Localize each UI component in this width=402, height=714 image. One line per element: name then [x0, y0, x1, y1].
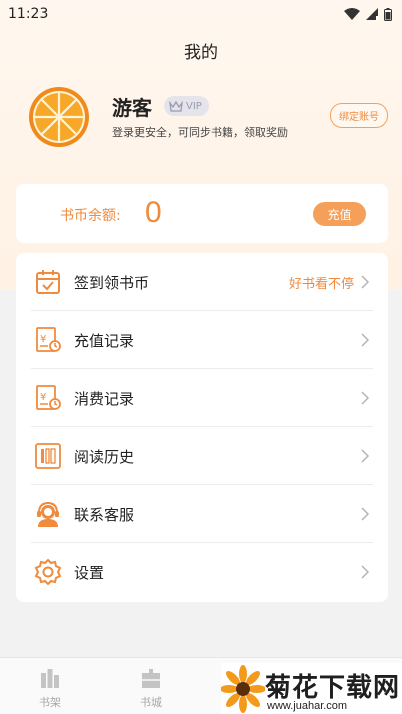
menu-item-label: 阅读历史 [74, 447, 135, 466]
orange-slice-icon[interactable] [28, 86, 90, 148]
menu-item-label: 充值记录 [74, 331, 135, 350]
reading-history-icon [35, 443, 61, 469]
wifi-icon [344, 8, 360, 20]
chrysanthemum-logo-icon [221, 665, 265, 713]
menu-item-recharge-record[interactable]: ¥ 充值记录 [16, 311, 388, 369]
menu-item-label: 签到领书币 [74, 273, 150, 292]
chevron-right-icon [361, 333, 370, 347]
menu-item-label: 设置 [74, 563, 105, 582]
signal-icon [366, 8, 378, 20]
chevron-right-icon [361, 449, 370, 463]
watermark-url: www.juahar.com [267, 700, 348, 712]
nav-label: 书城 [140, 696, 162, 709]
coin-balance-card: 书币余额: 0 充值 [16, 184, 388, 243]
watermark-title: 菊花下载网 [265, 673, 401, 703]
login-tip: 登录更安全，可同步书籍，领取奖励 [112, 126, 288, 139]
status-icons [344, 7, 392, 21]
calendar-check-icon [36, 270, 60, 294]
crown-icon [169, 100, 183, 112]
nav-item-bookshelf[interactable]: 书架 [15, 658, 85, 714]
coin-balance-value: 0 [145, 196, 162, 229]
nav-item-bookstore[interactable]: 书城 [116, 658, 186, 714]
menu-item-consume-record[interactable]: ¥ 消费记录 [16, 369, 388, 427]
chevron-right-icon [361, 275, 370, 289]
nav-label: 书架 [39, 696, 61, 709]
chevron-right-icon [361, 507, 370, 521]
bookstore-icon [142, 669, 160, 688]
chevron-right-icon [361, 565, 370, 579]
bookshelf-icon [41, 669, 59, 688]
menu-list: 签到领书币 好书看不停 ¥ 充值记录 ¥ 消费记录 阅读历史 联系客服 设置 [16, 253, 388, 602]
consume-record-icon: ¥ [36, 385, 61, 410]
menu-item-label: 联系客服 [74, 505, 135, 524]
username: 游客 [112, 96, 152, 120]
page-title: 我的 [184, 43, 218, 63]
battery-icon [384, 7, 392, 21]
menu-item-settings[interactable]: 设置 [16, 543, 388, 601]
vip-badge[interactable]: VIP [164, 96, 209, 116]
svg-text:¥: ¥ [40, 334, 46, 345]
menu-item-customer-service[interactable]: 联系客服 [16, 485, 388, 543]
bind-account-button[interactable]: 绑定账号 [330, 103, 388, 128]
svg-text:¥: ¥ [40, 392, 46, 403]
vip-label: VIP [186, 100, 202, 112]
menu-item-reading-history[interactable]: 阅读历史 [16, 427, 388, 485]
coin-balance-label: 书币余额: [60, 208, 121, 224]
settings-gear-icon [34, 558, 62, 586]
site-watermark: 菊花下载网 www.juahar.com [221, 663, 402, 714]
status-time: 11:23 [8, 6, 49, 22]
chevron-right-icon [361, 391, 370, 405]
menu-item-checkin[interactable]: 签到领书币 好书看不停 [16, 253, 388, 311]
customer-service-icon [37, 501, 59, 527]
menu-item-promo: 好书看不停 [288, 276, 354, 292]
menu-item-label: 消费记录 [74, 389, 135, 408]
recharge-record-icon: ¥ [36, 327, 61, 352]
status-bar: 11:23 [0, 0, 402, 28]
recharge-button[interactable]: 充值 [313, 202, 366, 226]
